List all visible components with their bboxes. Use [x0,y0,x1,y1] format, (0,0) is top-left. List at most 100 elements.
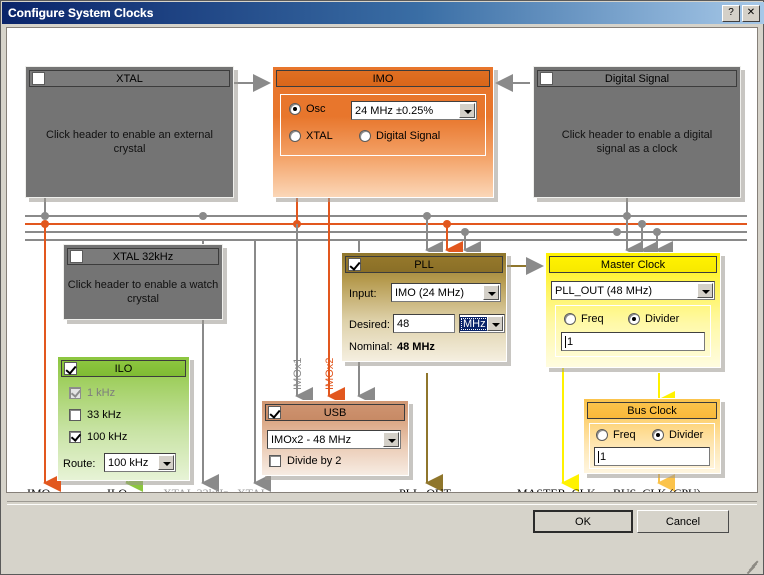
radio-dot-icon [289,103,301,115]
digital-signal-enable-checkbox[interactable] [540,72,553,85]
checkbox-icon [269,455,281,467]
bus-clock-freq-label: Freq [613,429,636,441]
ilo-route-label: Route: [63,458,96,470]
block-usb[interactable]: USB IMOx2 - 48 MHz Divide by 2 [261,400,413,480]
close-button[interactable]: ✕ [742,5,760,22]
bus-clock-divider-label: Divider [669,429,704,441]
block-ilo-header[interactable]: ILO [61,360,186,377]
block-master-clock-title: Master Clock [600,258,666,271]
xtal-32khz-enable-checkbox[interactable] [70,250,83,263]
radio-dot-icon [289,130,301,142]
imo-digital-label: Digital Signal [376,130,441,142]
pll-input-combo[interactable]: IMO (24 MHz) [391,283,501,302]
imo-osc-label: Osc [306,103,326,115]
ilo-100khz-checkbox[interactable]: 100 kHz [69,431,127,443]
block-master-clock-body: PLL_OUT (48 MHz) Freq Divider 1 [549,275,717,364]
bus-clock-divider-input[interactable]: 1 [594,447,710,466]
ilo-33khz-checkbox[interactable]: 33 kHz [69,409,121,421]
ok-button[interactable]: OK [533,510,633,533]
pin-label-master-clk: MASTER_CLK [517,486,596,493]
chevron-down-icon[interactable] [383,432,399,447]
pll-unit-combo[interactable]: MHz [459,314,505,333]
pin-label-xtal: XTAL [237,486,269,493]
xtal-enable-checkbox[interactable] [32,72,45,85]
block-digital-signal-header[interactable]: Digital Signal [537,70,737,87]
bus-clock-freq-radio[interactable]: Freq [596,429,636,441]
imo-frequency-combo[interactable]: 24 MHz ±0.25% [351,101,477,120]
block-xtal-header[interactable]: XTAL [29,70,230,87]
dialog-window: Configure System Clocks ? ✕ XTAL Click h… [0,0,764,575]
help-button[interactable]: ? [722,5,740,22]
block-ilo[interactable]: ILO 1 kHz 33 kHz 100 kHz Route: 100 kHz [57,356,194,485]
window-title: Configure System Clocks [8,6,154,20]
checkbox-icon [69,409,81,421]
pll-unit-value: MHz [460,316,489,331]
block-digital-signal-body: Click header to enable a digital signal … [537,89,737,194]
resize-grip[interactable] [746,558,760,575]
pll-nominal-label: Nominal: [349,341,393,353]
imo-osc-radio[interactable]: Osc [289,103,326,115]
block-digital-signal[interactable]: Digital Signal Click header to enable a … [533,66,745,202]
block-bus-clock-header[interactable]: Bus Clock [587,402,717,419]
chevron-down-icon[interactable] [487,316,503,331]
block-xtal-note: Click header to enable an external cryst… [46,128,213,155]
block-ilo-title: ILO [114,362,133,375]
pll-enable-checkbox[interactable] [348,258,361,271]
chevron-down-icon[interactable] [483,285,499,300]
block-xtal-32khz-note: Click header to enable a watch crystal [67,278,219,305]
usb-divide-by-2-label: Divide by 2 [287,455,342,467]
radio-dot-icon [564,313,576,325]
block-xtal[interactable]: XTAL Click header to enable an external … [25,66,238,202]
block-xtal-32khz-header[interactable]: XTAL 32kHz [67,248,219,265]
block-xtal-32khz-title: XTAL 32kHz [112,250,174,263]
pin-label-xtal-32khz: XTAL 32kHz [163,486,229,493]
block-imo[interactable]: IMO Osc 24 MHz ±0.25% XTAL Digital Signa… [272,66,498,202]
ilo-100khz-label: 100 kHz [87,431,128,443]
master-clock-source-combo[interactable]: PLL_OUT (48 MHz) [551,281,715,300]
imo-frequency-value: 24 MHz ±0.25% [355,104,434,117]
chevron-down-icon[interactable] [697,283,713,298]
chevron-down-icon[interactable] [459,103,475,118]
usb-divide-by-2-checkbox[interactable]: Divide by 2 [269,455,341,467]
chevron-down-icon[interactable] [158,455,174,470]
master-clock-source-value: PLL_OUT (48 MHz) [555,284,652,297]
bus-clock-divider-value: 1 [600,450,607,463]
text-caret [565,335,566,348]
block-master-clock-header[interactable]: Master Clock [549,256,717,273]
checkbox-icon [69,387,81,399]
ilo-route-value: 100 kHz [108,456,149,469]
block-xtal-title: XTAL [116,72,143,85]
block-pll[interactable]: PLL Input: IMO (24 MHz) Desired: 48 MHz … [341,252,511,366]
master-clock-freq-label: Freq [581,313,604,325]
master-clock-freq-radio[interactable]: Freq [564,313,604,325]
title-bar: Configure System Clocks ? ✕ [2,2,764,24]
block-pll-header[interactable]: PLL [345,256,503,273]
ilo-route-combo[interactable]: 100 kHz [104,453,176,472]
pll-desired-input[interactable]: 48 [393,314,455,333]
block-digital-signal-title: Digital Signal [604,72,670,85]
imo-digital-radio[interactable]: Digital Signal [359,130,440,142]
bus-clock-divider-panel: Freq Divider 1 [589,423,715,469]
master-clock-divider-value: 1 [567,335,574,348]
block-usb-title: USB [323,406,347,419]
ilo-enable-checkbox[interactable] [64,362,77,375]
master-clock-divider-radio[interactable]: Divider [628,313,679,325]
block-master-clock[interactable]: Master Clock PLL_OUT (48 MHz) Freq Divid… [545,252,725,372]
block-bus-clock-body: Freq Divider 1 [587,421,717,470]
usb-source-combo[interactable]: IMOx2 - 48 MHz [267,430,401,449]
bus-clock-divider-radio[interactable]: Divider [652,429,703,441]
master-clock-divider-input[interactable]: 1 [561,332,705,351]
imo-xtal-radio[interactable]: XTAL [289,130,333,142]
imo-xtal-label: XTAL [306,130,333,142]
cancel-button[interactable]: Cancel [637,510,729,533]
block-imo-header[interactable]: IMO [276,70,490,87]
master-clock-divider-panel: Freq Divider 1 [555,305,711,357]
ilo-1khz-checkbox[interactable]: 1 kHz [69,387,115,399]
block-bus-clock[interactable]: Bus Clock Freq Divider 1 [583,398,725,478]
radio-dot-icon [652,429,664,441]
block-xtal-32khz[interactable]: XTAL 32kHz Click header to enable a watc… [63,244,227,324]
usb-enable-checkbox[interactable] [268,406,281,419]
block-usb-header[interactable]: USB [265,404,405,421]
title-bar-buttons: ? ✕ [722,5,760,22]
diagram-canvas: XTAL Click header to enable an external … [6,27,758,493]
